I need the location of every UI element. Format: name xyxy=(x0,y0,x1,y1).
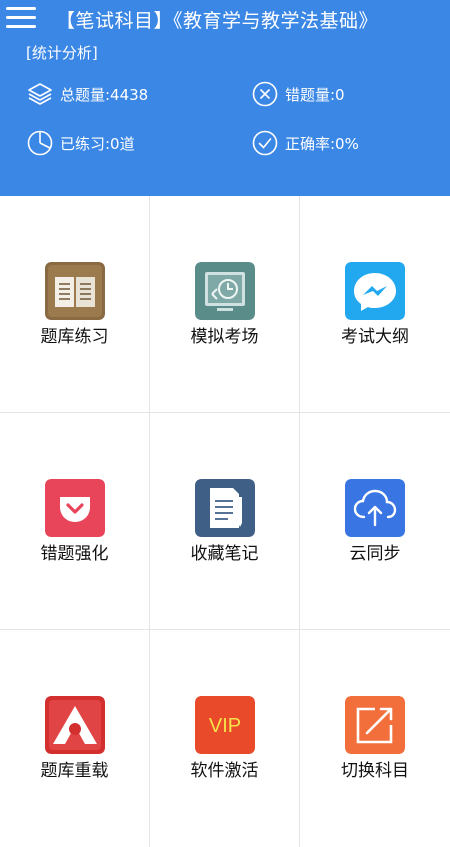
grid-item-syllabus[interactable]: 考试大纲 xyxy=(300,196,450,413)
section-label: [统计分析] xyxy=(26,44,98,62)
grid-item-label: 题库重载 xyxy=(40,761,109,781)
stat-total-text: 总题量:4438 xyxy=(60,85,149,104)
grid-item-activate[interactable]: VIP 软件激活 xyxy=(150,630,300,847)
share-out-icon xyxy=(345,696,405,754)
grid-item-practice[interactable]: 题库练习 xyxy=(0,196,150,413)
grid-item-label: 考试大纲 xyxy=(341,327,409,347)
page-title: 【笔试科目】《教育学与教学法基础》 xyxy=(56,10,379,32)
grid-item-cloud-sync[interactable]: 云同步 xyxy=(300,413,450,630)
stat-total: 总题量:4438 xyxy=(26,80,148,108)
grid-item-switch-subject[interactable]: 切换科目 xyxy=(300,630,450,847)
grid-item-mock-exam[interactable]: 模拟考场 xyxy=(150,196,300,413)
grid-item-label: 软件激活 xyxy=(190,761,259,781)
layers-icon xyxy=(28,83,52,105)
stat-practiced: 已练习:0道 xyxy=(26,129,135,157)
pocket-icon xyxy=(45,479,105,537)
stat-practiced-text: 已练习:0道 xyxy=(60,134,135,153)
pie-chart-icon xyxy=(27,130,53,156)
grid-item-label: 模拟考场 xyxy=(190,327,259,347)
book-icon xyxy=(45,262,105,320)
stat-accuracy: 正确率:0% xyxy=(251,129,359,157)
grid-item-label: 错题强化 xyxy=(40,544,109,564)
air-icon xyxy=(45,696,105,754)
stat-wrong-text: 错题量:0 xyxy=(285,85,345,104)
vip-text: VIP xyxy=(209,715,241,737)
cloud-upload-icon xyxy=(345,479,405,537)
grid-item-label: 切换科目 xyxy=(341,761,409,781)
grid-item-label: 云同步 xyxy=(349,544,401,564)
messenger-icon xyxy=(345,262,405,320)
stat-accuracy-text: 正确率:0% xyxy=(285,134,359,153)
grid-item-reload-bank[interactable]: 题库重载 xyxy=(0,630,150,847)
grid-item-label: 收藏笔记 xyxy=(190,544,259,564)
check-circle-icon xyxy=(252,130,278,156)
menu-icon[interactable] xyxy=(6,4,38,32)
function-grid: 题库练习 模拟考场 考试大纲 错题强化 收藏笔记 云同步 题库重载 VIP 软件… xyxy=(0,196,450,847)
header: 【笔试科目】《教育学与教学法基础》 [统计分析] 总题量:4438 错题量:0 … xyxy=(0,0,450,196)
document-pen-icon xyxy=(195,479,255,537)
grid-item-label: 题库练习 xyxy=(40,327,109,347)
vip-icon: VIP xyxy=(195,696,255,754)
grid-item-favorites[interactable]: 收藏笔记 xyxy=(150,413,300,630)
close-circle-icon xyxy=(252,81,278,107)
stat-wrong: 错题量:0 xyxy=(251,80,345,108)
clock-screen-icon xyxy=(195,262,255,320)
grid-item-wrong-review[interactable]: 错题强化 xyxy=(0,413,150,630)
